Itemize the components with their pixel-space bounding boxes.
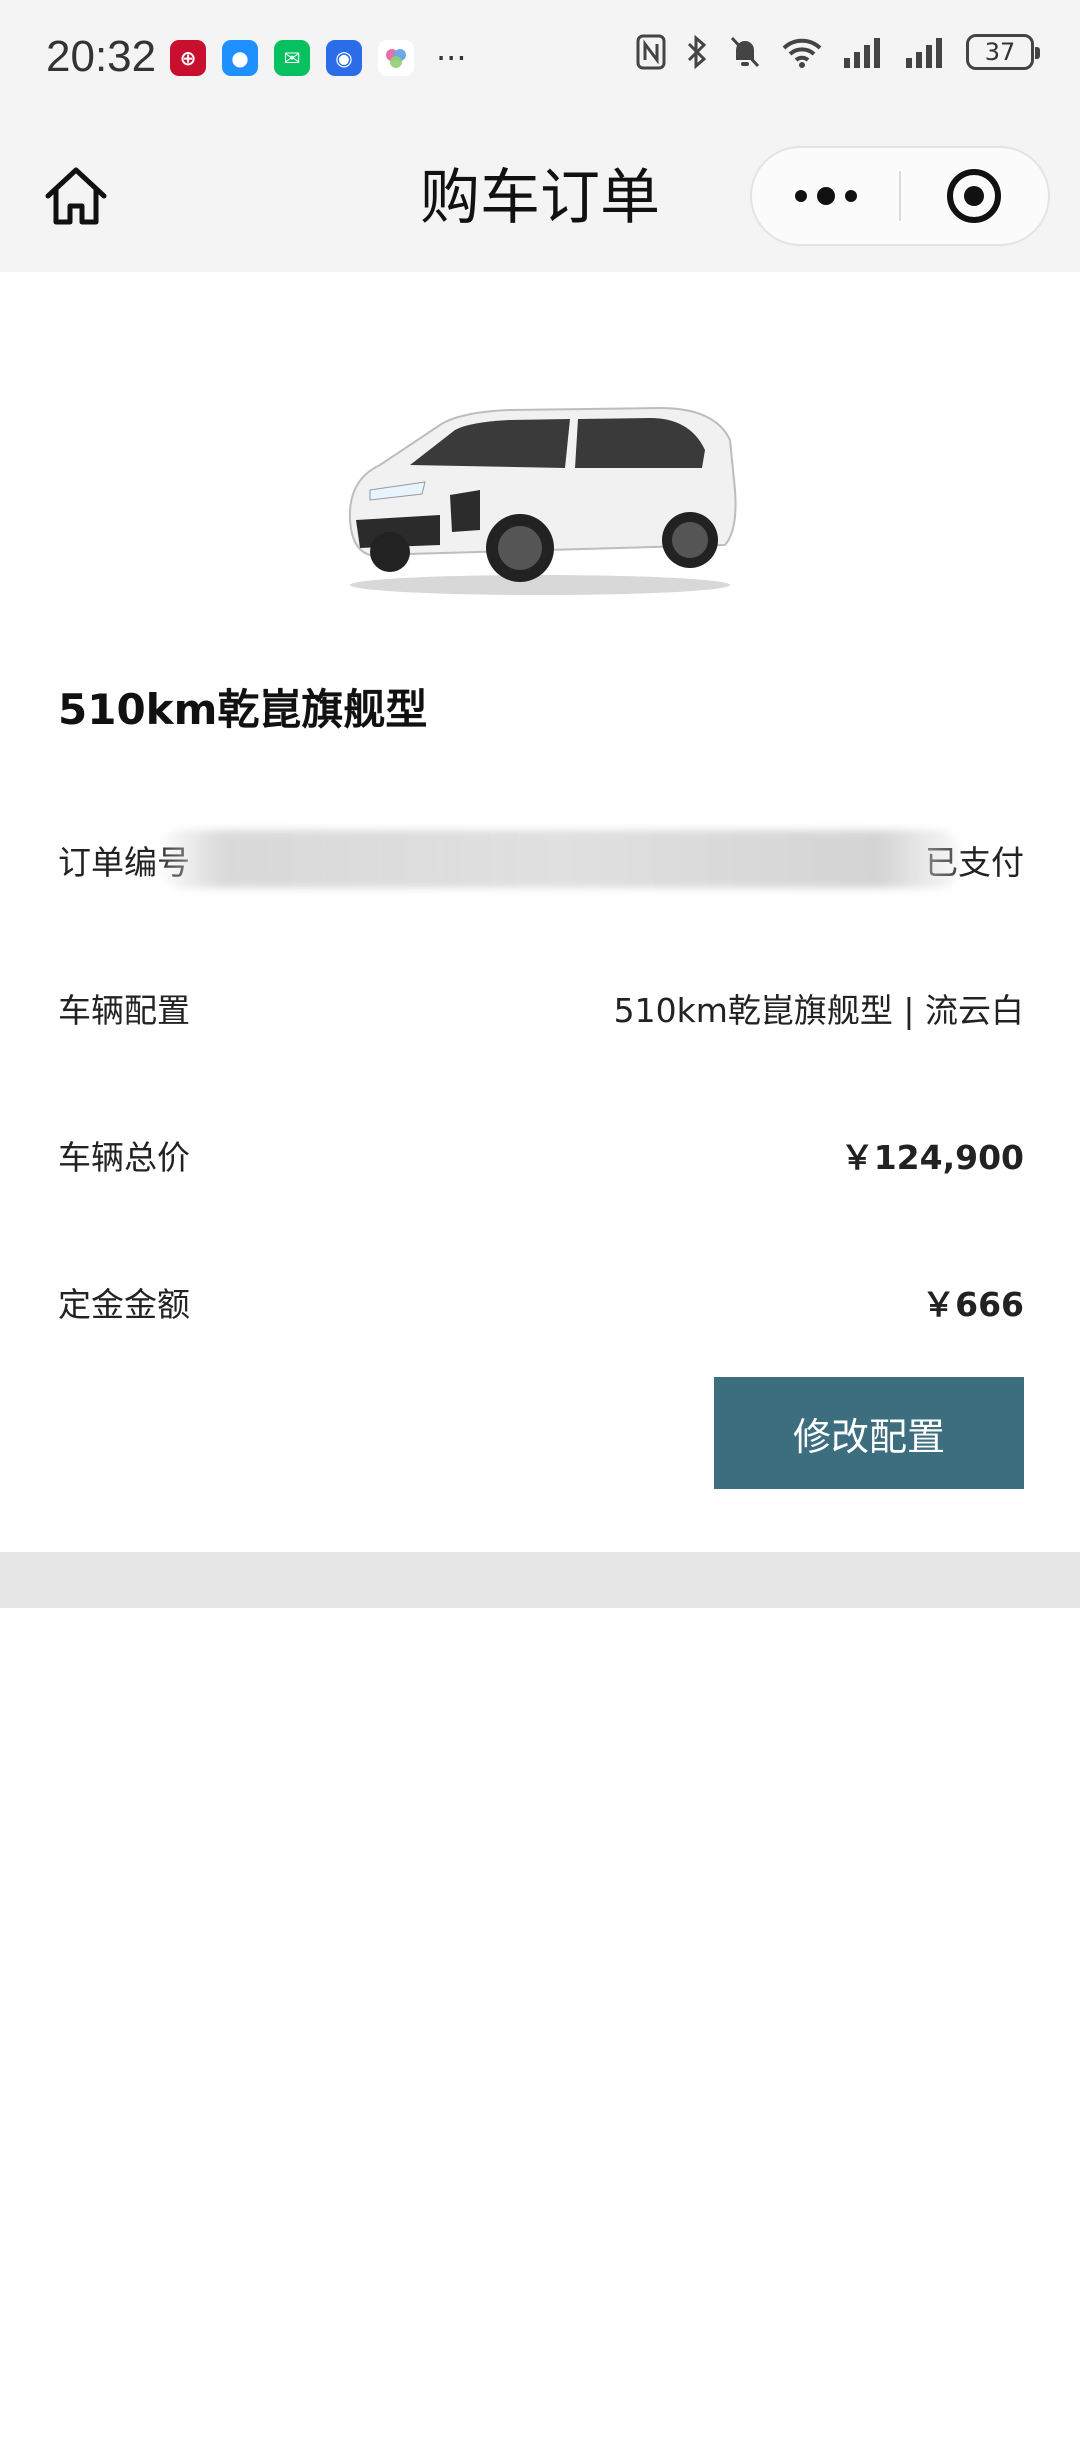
car-image bbox=[330, 370, 750, 600]
battery-level: 37 bbox=[984, 38, 1016, 66]
model-title: 510km乾崑旗舰型 bbox=[58, 685, 428, 734]
status-time: 20:32 bbox=[46, 32, 157, 81]
config-value: 510km乾崑旗舰型 | 流云白 bbox=[613, 991, 1024, 1030]
message-app-icon: ● bbox=[222, 40, 258, 76]
nfc-icon bbox=[636, 34, 666, 70]
battery-icon: 37 bbox=[966, 34, 1040, 70]
config-label: 车辆配置 bbox=[58, 991, 190, 1030]
edit-config-button[interactable]: 修改配置 bbox=[714, 1377, 1024, 1489]
mute-icon bbox=[730, 36, 760, 68]
deposit-label: 定金金额 bbox=[58, 1285, 190, 1324]
more-dots-icon bbox=[794, 187, 857, 205]
bank-app-icon: ⊕ bbox=[170, 40, 206, 76]
more-notifications-icon: ··· bbox=[436, 39, 467, 77]
bluetooth-icon bbox=[687, 34, 707, 70]
blue-app-icon: ◉ bbox=[326, 40, 362, 76]
mini-program-capsule bbox=[750, 146, 1050, 246]
target-close-icon bbox=[947, 169, 1002, 223]
section-divider bbox=[0, 1552, 1080, 1608]
signal-icon-2 bbox=[906, 38, 942, 68]
wechat-icon: ✉ bbox=[274, 40, 310, 76]
redacted-order-number bbox=[160, 830, 960, 888]
notification-icons: ⊕ ● ✉ ◉ ··· bbox=[170, 40, 467, 76]
close-miniprogram-button[interactable] bbox=[901, 148, 1048, 244]
system-icons: 37 bbox=[636, 34, 1040, 70]
config-row: 车辆配置 510km乾崑旗舰型 | 流云白 bbox=[58, 978, 1024, 1038]
wifi-icon bbox=[782, 38, 822, 68]
total-price-row: 车辆总价 ￥124,900 bbox=[58, 1125, 1024, 1185]
status-bar: 20:32 ⊕ ● ✉ ◉ ··· 37 bbox=[0, 0, 1080, 120]
deposit-value: ￥666 bbox=[922, 1285, 1024, 1324]
total-price-value: ￥124,900 bbox=[840, 1138, 1024, 1177]
cloud-app-icon bbox=[378, 40, 414, 76]
signal-icon-1 bbox=[844, 38, 880, 68]
more-button[interactable] bbox=[752, 148, 899, 244]
total-price-label: 车辆总价 bbox=[58, 1138, 190, 1177]
deposit-row: 定金金额 ￥666 bbox=[58, 1272, 1024, 1332]
nav-bar: 购车订单 bbox=[0, 120, 1080, 272]
